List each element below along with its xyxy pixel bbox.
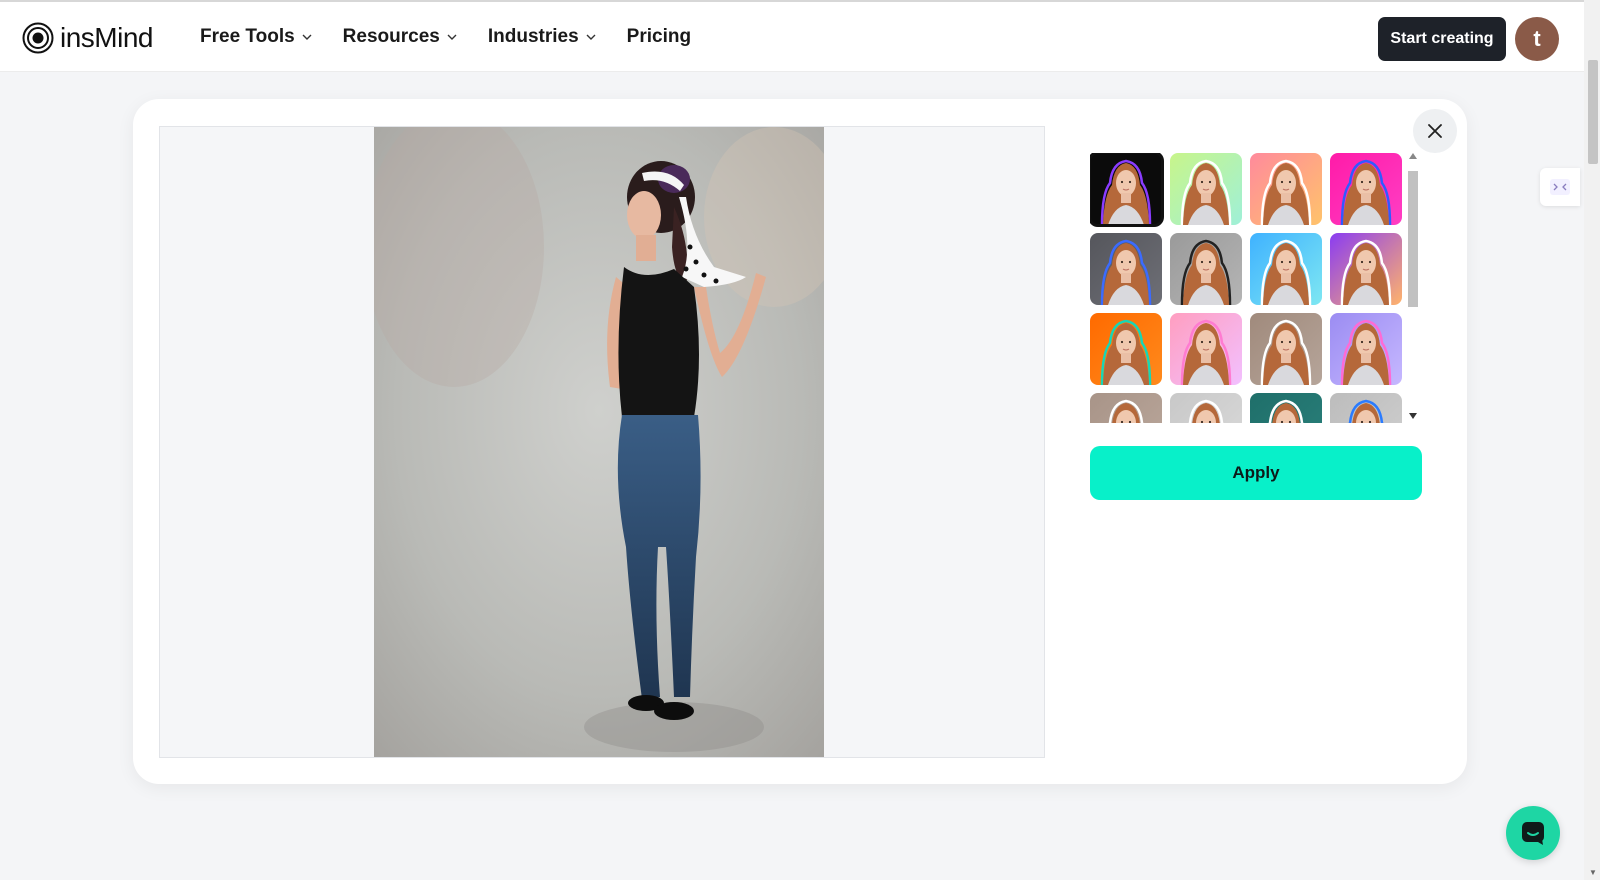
background-option-4[interactable] [1330, 153, 1402, 225]
scroll-down-arrow-icon[interactable]: ▼ [1589, 868, 1597, 877]
background-option-7[interactable] [1250, 233, 1322, 305]
background-option-14[interactable] [1170, 393, 1242, 423]
portrait-thumbnail-image [1170, 153, 1242, 225]
scroll-up-arrow-icon[interactable] [1409, 153, 1417, 159]
background-option-9[interactable] [1090, 313, 1162, 385]
nav-free-tools[interactable]: Free Tools [200, 26, 313, 48]
portrait-thumbnail-image [1090, 393, 1162, 423]
close-button[interactable] [1413, 109, 1457, 153]
portrait-thumbnail-image [1170, 233, 1242, 305]
logo-icon [22, 22, 54, 54]
page-scrollbar-thumb[interactable] [1588, 60, 1598, 164]
side-panel-tab[interactable] [1540, 168, 1580, 206]
close-icon [1428, 124, 1442, 138]
portrait-thumbnail-image [1330, 153, 1402, 225]
portrait-thumbnail-image [1330, 233, 1402, 305]
preview-photo [374, 127, 824, 757]
nav-pricing-label: Pricing [626, 26, 692, 47]
background-option-5[interactable] [1090, 233, 1162, 305]
image-preview-area [159, 126, 1045, 758]
nav-industries[interactable]: Industries [488, 26, 597, 48]
user-avatar[interactable]: t [1515, 17, 1559, 61]
chat-icon [1522, 822, 1544, 845]
background-option-8[interactable] [1330, 233, 1402, 305]
background-option-2[interactable] [1170, 153, 1242, 225]
portrait-thumbnail-image [1250, 153, 1322, 225]
background-option-15[interactable] [1250, 393, 1322, 423]
background-option-11[interactable] [1250, 313, 1322, 385]
portrait-thumbnail-image [1250, 233, 1322, 305]
main-nav: Free Tools Resources Industries Pricing [200, 26, 691, 48]
portrait-thumbnail-image [1090, 153, 1162, 225]
collapse-arrows-icon [1550, 179, 1570, 195]
chevron-down-icon [302, 34, 312, 40]
portrait-thumbnail-image [1090, 233, 1162, 305]
page-scrollbar[interactable]: ▼ [1584, 0, 1600, 880]
background-option-10[interactable] [1170, 313, 1242, 385]
brand-name: insMind [60, 22, 153, 53]
portrait-thumbnail-image [1090, 313, 1162, 385]
background-options-list[interactable] [1090, 153, 1420, 423]
background-option-16[interactable] [1330, 393, 1402, 423]
scroll-down-arrow-icon[interactable] [1409, 413, 1417, 419]
portrait-thumbnail-image [1330, 313, 1402, 385]
chat-support-button[interactable] [1506, 806, 1560, 860]
background-option-3[interactable] [1250, 153, 1322, 225]
options-scrollbar[interactable] [1406, 153, 1420, 423]
woman-photo-image [374, 127, 824, 757]
background-option-12[interactable] [1330, 313, 1402, 385]
apply-button[interactable]: Apply [1090, 446, 1422, 500]
brand-logo[interactable]: insMind [22, 22, 153, 54]
background-option-13[interactable] [1090, 393, 1162, 423]
start-creating-button[interactable]: Start creating [1378, 17, 1506, 61]
background-change-modal: Apply [133, 99, 1467, 784]
options-scrollbar-thumb[interactable] [1408, 171, 1418, 307]
background-options-grid [1090, 153, 1420, 423]
nav-resources[interactable]: Resources [343, 26, 458, 48]
nav-industries-label: Industries [487, 26, 579, 47]
portrait-thumbnail-image [1170, 313, 1242, 385]
background-option-1[interactable] [1090, 153, 1164, 227]
nav-pricing[interactable]: Pricing [627, 26, 691, 48]
chevron-down-icon [447, 34, 457, 40]
portrait-thumbnail-image [1330, 393, 1402, 423]
portrait-thumbnail-image [1170, 393, 1242, 423]
chevron-down-icon [586, 34, 596, 40]
top-navigation-bar: insMind Free Tools Resources Industries … [0, 0, 1584, 72]
background-option-6[interactable] [1170, 233, 1242, 305]
nav-resources-label: Resources [342, 26, 440, 47]
portrait-thumbnail-image [1250, 393, 1322, 423]
portrait-thumbnail-image [1250, 313, 1322, 385]
nav-free-tools-label: Free Tools [200, 26, 295, 47]
